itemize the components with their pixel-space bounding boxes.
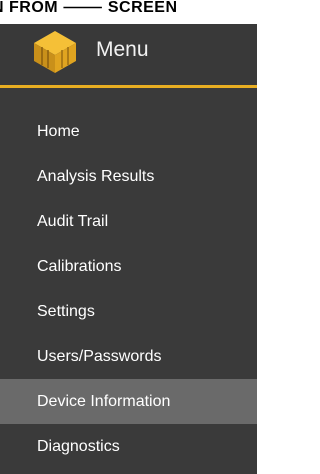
- nav-item-audit-trail[interactable]: Audit Trail: [0, 199, 257, 244]
- nav-item-label: Device Information: [37, 393, 171, 410]
- nav-list: Home Analysis Results Audit Trail Calibr…: [0, 109, 257, 469]
- nav-item-label: Diagnostics: [37, 438, 120, 455]
- nav-item-calibrations[interactable]: Calibrations: [0, 244, 257, 289]
- banner-text: N FROM ⸻ SCREEN: [0, 0, 178, 16]
- nav-item-label: Audit Trail: [37, 213, 109, 230]
- nav-item-analysis-results[interactable]: Analysis Results: [0, 154, 257, 199]
- nav-item-settings[interactable]: Settings: [0, 289, 257, 334]
- nav-item-label: Analysis Results: [37, 168, 155, 185]
- hexagon-cube-logo-icon: [30, 28, 80, 74]
- nav-item-users-passwords[interactable]: Users/Passwords: [0, 334, 257, 379]
- nav-item-label: Settings: [37, 303, 95, 320]
- menu-title: Menu: [96, 38, 149, 61]
- nav-item-label: Calibrations: [37, 258, 122, 275]
- top-banner: N FROM ⸻ SCREEN: [0, 0, 257, 24]
- nav-item-label: Users/Passwords: [37, 348, 162, 365]
- nav-item-label: Home: [37, 123, 80, 140]
- menu-panel: Menu Home Analysis Results Audit Trail C…: [0, 24, 257, 474]
- header-divider: [0, 85, 257, 88]
- menu-header: Menu: [0, 24, 257, 85]
- nav-item-diagnostics[interactable]: Diagnostics: [0, 424, 257, 469]
- nav-item-device-information[interactable]: Device Information: [0, 379, 257, 424]
- nav-item-home[interactable]: Home: [0, 109, 257, 154]
